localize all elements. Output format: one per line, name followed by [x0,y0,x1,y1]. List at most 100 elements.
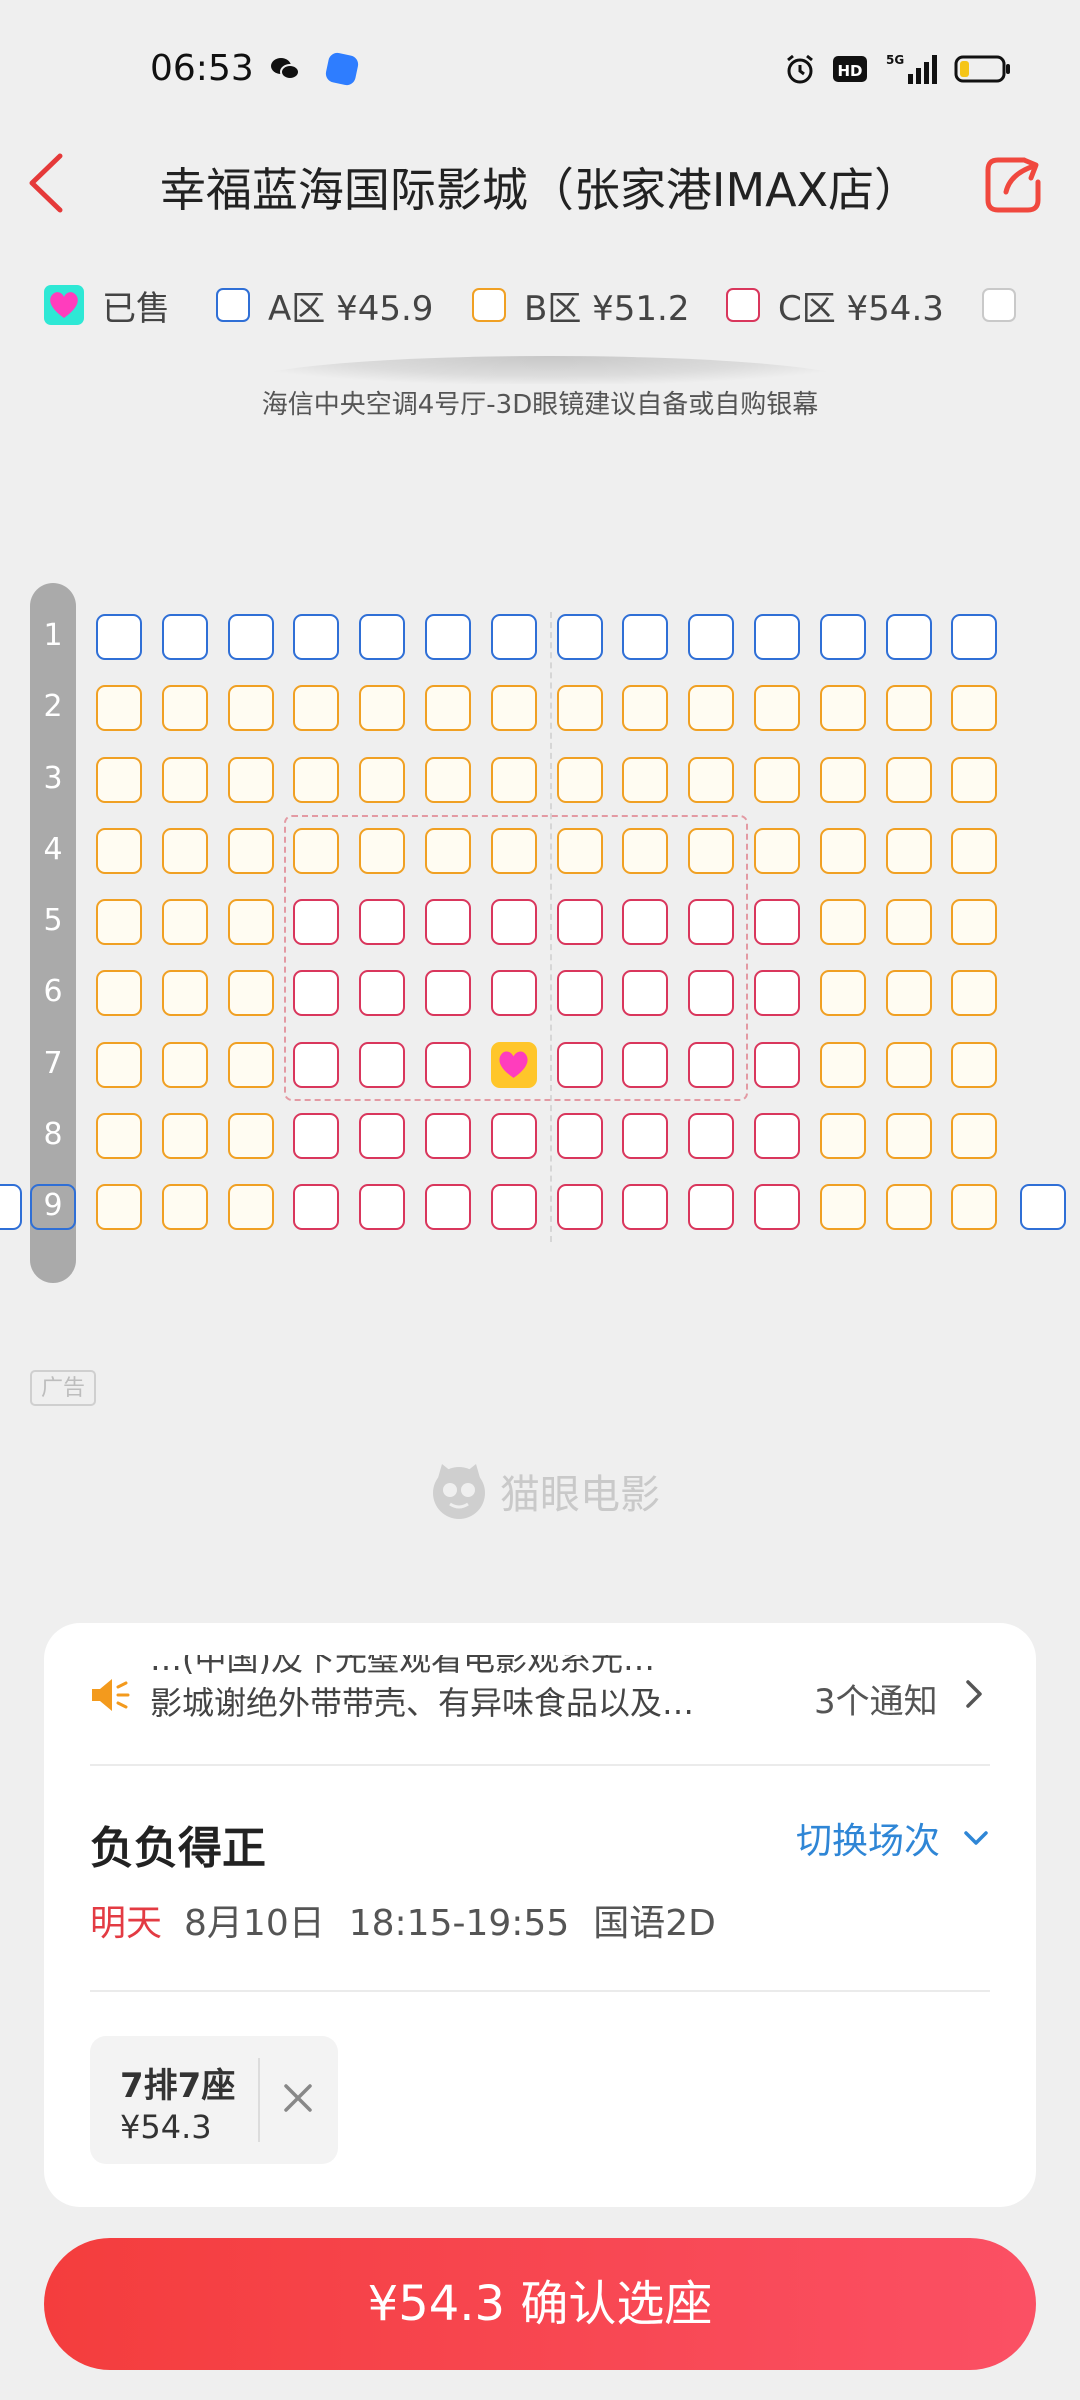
seat[interactable] [96,756,142,803]
seat[interactable] [688,1112,735,1159]
seat[interactable] [951,827,998,874]
share-icon[interactable] [980,152,1046,218]
seat[interactable] [161,827,208,874]
seat[interactable] [227,756,274,803]
seat[interactable] [885,970,932,1017]
seat[interactable] [556,1041,603,1088]
seat[interactable] [885,1184,932,1230]
seat[interactable] [227,1041,274,1088]
seat[interactable] [622,899,669,945]
seat[interactable] [359,1184,406,1230]
seat[interactable] [96,1041,142,1088]
notice-text[interactable]: …(中国)及下光璧观看电影观系光… 影城谢绝外带带壳、有异味食品以及… [150,1655,750,1721]
seat[interactable] [425,899,471,945]
seat[interactable] [819,756,866,803]
seat[interactable] [819,1112,866,1159]
seat[interactable] [819,1184,866,1230]
seat[interactable] [688,1041,735,1088]
seat[interactable] [688,970,735,1017]
seat[interactable] [490,756,537,803]
seat[interactable] [425,827,471,874]
seat[interactable] [359,685,406,732]
seat[interactable] [885,827,932,874]
seat[interactable] [490,1112,537,1159]
seat[interactable] [161,614,208,660]
seat[interactable] [161,1184,208,1230]
seat[interactable] [96,614,142,660]
seat[interactable] [490,1184,537,1230]
seat[interactable] [227,1112,274,1159]
seat[interactable] [359,1041,406,1088]
seat[interactable] [819,1041,866,1088]
seat[interactable] [359,614,406,660]
seat[interactable] [227,970,274,1017]
seat[interactable] [227,1184,274,1230]
seat[interactable] [227,827,274,874]
seat[interactable] [951,1041,998,1088]
seat[interactable] [754,827,800,874]
seat[interactable] [622,756,669,803]
seat[interactable] [951,970,998,1017]
seat[interactable] [96,1112,142,1159]
seat[interactable] [490,899,537,945]
seat[interactable] [819,827,866,874]
seat[interactable] [688,614,735,660]
seat[interactable] [227,685,274,732]
seat[interactable] [951,685,998,732]
seat[interactable] [754,970,800,1017]
seat[interactable] [293,899,340,945]
seat[interactable] [688,685,735,732]
seat[interactable] [885,899,932,945]
seat[interactable] [161,685,208,732]
seat[interactable] [425,970,471,1017]
seat[interactable] [425,1184,471,1230]
seat[interactable] [359,756,406,803]
seat[interactable] [622,685,669,732]
seat[interactable] [293,1041,340,1088]
seat[interactable] [161,899,208,945]
seat[interactable] [556,1112,603,1159]
seat[interactable] [885,614,932,660]
seat[interactable] [951,1184,998,1230]
seat[interactable] [161,970,208,1017]
notice-count[interactable]: 3个通知 [814,1674,938,1723]
seat[interactable] [293,614,340,660]
seat-partial-left[interactable] [0,1184,22,1230]
seat[interactable] [161,756,208,803]
seat[interactable] [622,614,669,660]
seat-partial-right[interactable] [1020,1184,1066,1230]
seat[interactable] [754,1041,800,1088]
seat[interactable] [293,970,340,1017]
seat[interactable] [885,756,932,803]
seat[interactable] [556,827,603,874]
seat[interactable] [622,827,669,874]
seat[interactable] [359,970,406,1017]
seat[interactable] [359,827,406,874]
seat[interactable] [754,1184,800,1230]
seat[interactable] [622,1041,669,1088]
seat[interactable] [96,1184,142,1230]
seat[interactable] [622,970,669,1017]
seat[interactable] [819,614,866,660]
seat[interactable] [819,685,866,732]
seat[interactable] [688,827,735,874]
seat[interactable] [96,827,142,874]
seat[interactable] [293,1184,340,1230]
seat[interactable] [688,1184,735,1230]
seat[interactable] [556,970,603,1017]
seat[interactable] [556,756,603,803]
seat[interactable] [161,1112,208,1159]
seat[interactable] [885,1112,932,1159]
seat[interactable] [951,756,998,803]
seat[interactable] [425,614,471,660]
seat[interactable] [556,685,603,732]
seat[interactable] [161,1041,208,1088]
seat[interactable] [556,614,603,660]
seat[interactable] [96,899,142,945]
seat[interactable] [425,1041,471,1088]
seat[interactable] [359,899,406,945]
seat[interactable] [490,685,537,732]
seat[interactable] [293,1112,340,1159]
seat[interactable] [688,756,735,803]
seat[interactable] [425,756,471,803]
